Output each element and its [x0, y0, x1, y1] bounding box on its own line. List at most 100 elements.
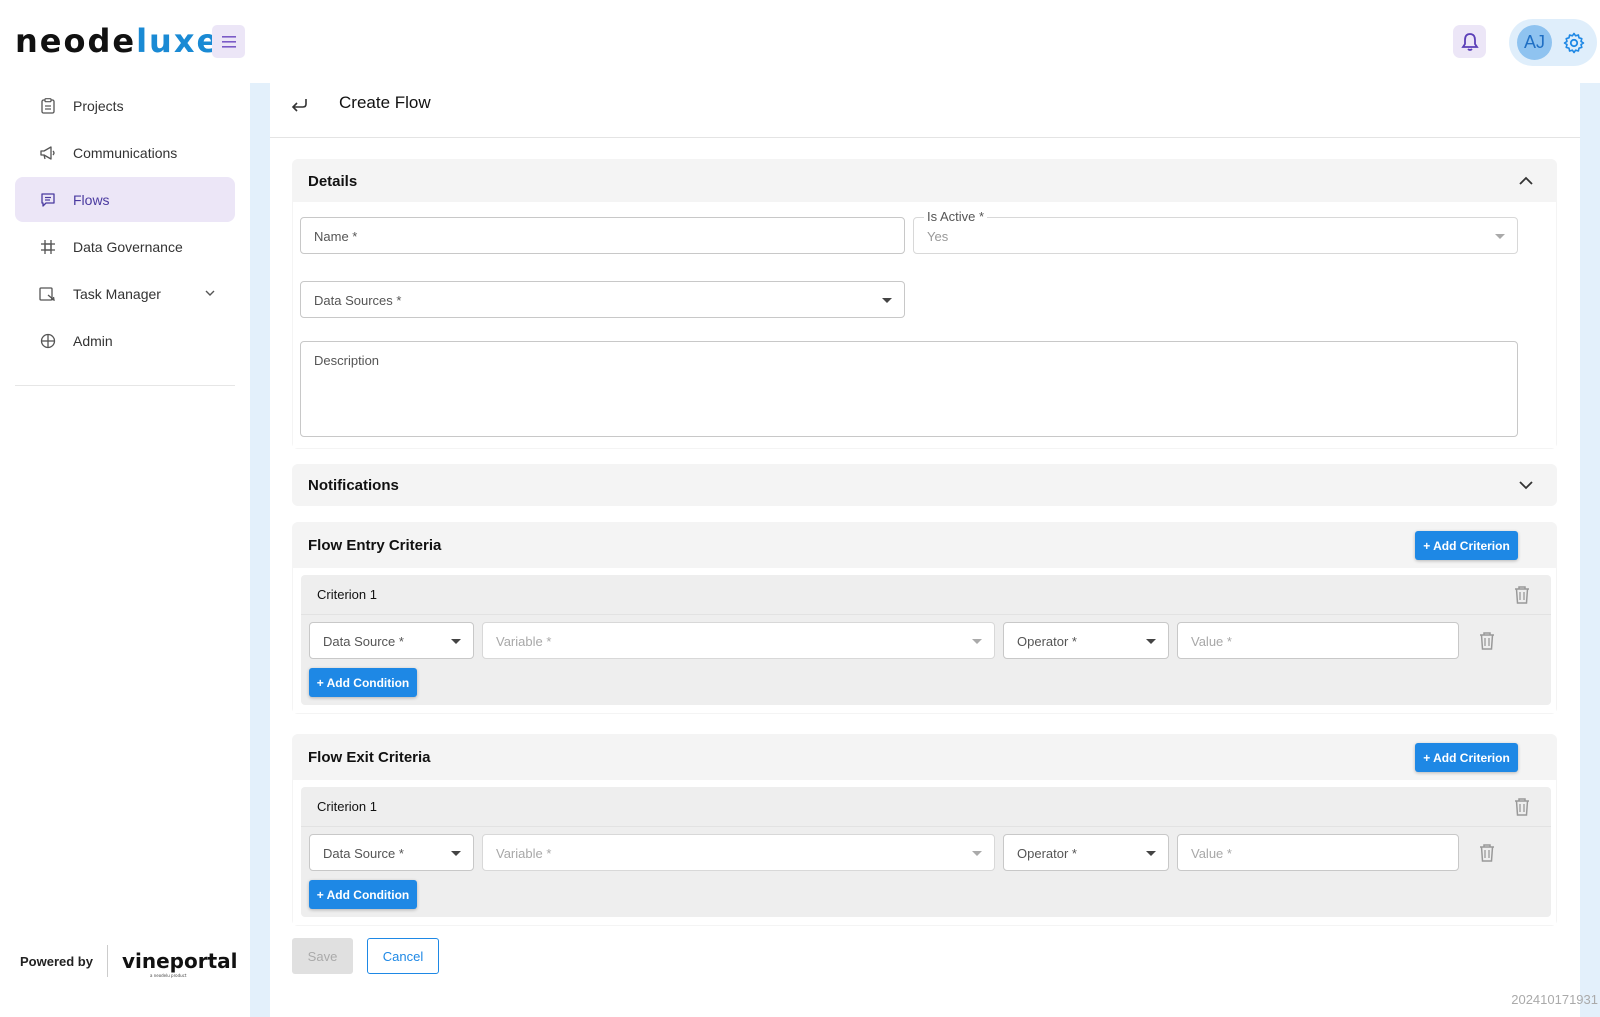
avatar[interactable]: AJ [1517, 25, 1552, 60]
details-section: Details Name * Is Active * Yes Data Sour… [292, 159, 1557, 449]
entry-data-source-select[interactable]: Data Source * [309, 622, 474, 659]
sidebar-item-label: Communications [73, 144, 178, 161]
notifications-section[interactable]: Notifications [292, 464, 1557, 506]
menu-toggle-button[interactable] [212, 25, 245, 58]
flow-entry-criteria-section: Flow Entry Criteria + Add Criterion Crit… [292, 522, 1557, 714]
megaphone-icon [39, 144, 57, 162]
sidebar-item-communications[interactable]: Communications [15, 130, 235, 175]
sidebar-item-label: Projects [73, 97, 124, 114]
exit-value-input[interactable]: Value * [1177, 834, 1459, 871]
exit-criterion-1: Criterion 1 Data Source * Variable * Ope… [301, 787, 1551, 917]
value-label: Value * [1191, 634, 1232, 649]
sidebar-item-label: Data Governance [73, 238, 183, 255]
powered-by-footer: Powered by vineportal a neodelu product [20, 945, 238, 978]
details-body: Name * Is Active * Yes Data Sources * De… [293, 202, 1556, 448]
details-title: Details [308, 173, 358, 190]
operator-label: Operator * [1017, 846, 1077, 861]
exit-criteria-body: Criterion 1 Data Source * Variable * Ope… [293, 780, 1556, 925]
logo-text: neode [15, 22, 137, 60]
criterion-divider [301, 614, 1551, 615]
criterion-title: Criterion 1 [317, 587, 377, 602]
variable-label: Variable * [496, 634, 552, 649]
powered-by-label: Powered by [20, 953, 93, 969]
description-label: Description [314, 353, 380, 368]
trash-icon[interactable] [1513, 585, 1531, 605]
shield-icon [39, 332, 57, 350]
description-textarea[interactable]: Description [300, 341, 1518, 437]
back-arrow-icon[interactable] [288, 93, 310, 115]
page-header: Create Flow [270, 83, 1580, 138]
data-sources-select[interactable]: Data Sources * [300, 281, 905, 318]
entry-criterion-1: Criterion 1 Data Source * Variable * Ope… [301, 575, 1551, 705]
cancel-button[interactable]: Cancel [367, 938, 439, 974]
clipboard-icon [39, 97, 57, 115]
is-active-select[interactable]: Is Active * Yes [913, 209, 1518, 254]
dropdown-caret-icon [972, 639, 982, 644]
bell-icon [1460, 32, 1479, 51]
partner-logo-subtext: a neodelu product [149, 973, 187, 978]
task-icon [39, 285, 57, 303]
chevron-down-icon[interactable] [203, 286, 217, 300]
trash-icon[interactable] [1513, 797, 1531, 817]
create-flow-card: Create Flow Details Name * Is Active * Y… [270, 83, 1580, 1017]
logo-text-accent: luxe [136, 22, 221, 60]
save-button[interactable]: Save [292, 938, 353, 974]
chevron-up-icon[interactable] [1517, 172, 1535, 190]
is-active-label: Is Active * [924, 209, 988, 224]
build-number: 202410171931 [1511, 992, 1598, 1007]
sidebar-item-label: Task Manager [73, 285, 161, 302]
chevron-down-icon[interactable] [1517, 476, 1535, 494]
sidebar-item-admin[interactable]: Admin [15, 318, 235, 363]
dropdown-caret-icon [1146, 639, 1156, 644]
chat-icon [39, 191, 57, 209]
name-field-label: Name * [314, 229, 358, 244]
grid-icon [39, 238, 57, 256]
exit-variable-select[interactable]: Variable * [482, 834, 995, 871]
is-active-value: Yes [927, 229, 949, 244]
sidebar: Projects Communications Flows Data Gover… [0, 83, 250, 1017]
criterion-divider [301, 826, 1551, 827]
notifications-button[interactable] [1453, 25, 1486, 58]
sidebar-divider [15, 385, 235, 386]
vineportal-logo: vineportal a neodelu product [121, 949, 238, 978]
criterion-title: Criterion 1 [317, 799, 377, 814]
top-header: neodeluxeTM AJ [0, 0, 1600, 83]
hamburger-icon [221, 35, 236, 48]
flow-exit-title: Flow Exit Criteria [308, 749, 431, 766]
flow-entry-title: Flow Entry Criteria [308, 537, 442, 554]
add-entry-criterion-button[interactable]: + Add Criterion [1415, 531, 1518, 560]
variable-label: Variable * [496, 846, 552, 861]
user-menu[interactable]: AJ [1509, 19, 1597, 66]
value-label: Value * [1191, 846, 1232, 861]
neodeluxe-logo[interactable]: neodeluxeTM [15, 22, 229, 60]
dropdown-caret-icon [1495, 234, 1505, 239]
trash-icon[interactable] [1478, 843, 1496, 863]
exit-data-source-select[interactable]: Data Source * [309, 834, 474, 871]
entry-operator-select[interactable]: Operator * [1003, 622, 1169, 659]
footer-divider [106, 945, 108, 977]
notifications-title: Notifications [308, 477, 399, 494]
dropdown-caret-icon [451, 639, 461, 644]
dropdown-caret-icon [451, 851, 461, 856]
sidebar-item-label: Flows [73, 191, 110, 208]
exit-operator-select[interactable]: Operator * [1003, 834, 1169, 871]
sidebar-item-task-manager[interactable]: Task Manager [15, 271, 235, 316]
add-exit-criterion-button[interactable]: + Add Criterion [1415, 743, 1518, 772]
data-source-label: Data Source * [323, 846, 404, 861]
data-sources-label: Data Sources * [314, 293, 402, 308]
data-source-label: Data Source * [323, 634, 404, 649]
add-entry-condition-button[interactable]: + Add Condition [309, 668, 417, 697]
gear-icon[interactable] [1562, 31, 1586, 55]
sidebar-item-flows[interactable]: Flows [15, 177, 235, 222]
page-title: Create Flow [339, 93, 431, 112]
trash-icon[interactable] [1478, 631, 1496, 651]
sidebar-item-data-governance[interactable]: Data Governance [15, 224, 235, 269]
operator-label: Operator * [1017, 634, 1077, 649]
entry-variable-select[interactable]: Variable * [482, 622, 995, 659]
partner-logo-text: vineportal [121, 949, 238, 973]
add-exit-condition-button[interactable]: + Add Condition [309, 880, 417, 909]
flow-exit-criteria-section: Flow Exit Criteria + Add Criterion Crite… [292, 734, 1557, 926]
sidebar-item-projects[interactable]: Projects [15, 83, 235, 128]
entry-value-input[interactable]: Value * [1177, 622, 1459, 659]
name-field[interactable]: Name * [300, 217, 905, 254]
